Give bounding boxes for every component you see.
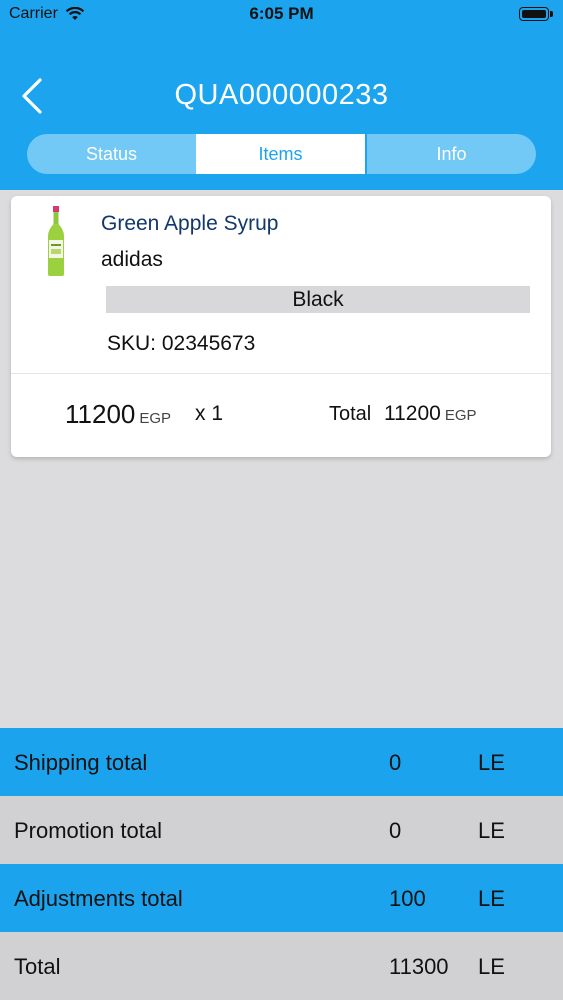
battery-icon [519,7,553,21]
adjustments-total-row: Adjustments total 100 LE [0,864,563,932]
variant-badge: Black [106,286,530,313]
item-card[interactable]: Green Apple Syrup adidas Black SKU: 0234… [11,196,551,457]
shipping-total-unit: LE [478,750,505,775]
tab-items[interactable]: Items [196,134,365,174]
product-bottle-image [48,206,64,276]
product-sku: SKU: 02345673 [107,332,256,355]
segmented-tabs: Status Items Info [27,134,536,174]
product-brand: adidas [101,248,163,271]
product-name: Green Apple Syrup [101,212,279,235]
header-bar: Carrier 6:05 PM QUA000000233 Status Item… [0,0,563,190]
status-bar: Carrier 6:05 PM [0,0,563,30]
page-title: QUA000000233 [174,79,389,111]
unit-price-currency: EGP [139,410,172,427]
adjustments-total-label: Adjustments total [14,886,183,911]
adjustments-total-value: 100 [389,886,426,911]
item-quantity: x 1 [195,402,224,425]
promotion-total-row: Promotion total 0 LE [0,796,563,864]
unit-price: 11200 EGP [65,399,171,430]
status-time: 6:05 PM [249,4,314,23]
card-divider [11,373,551,374]
unit-price-value: 11200 [65,399,136,429]
promotion-total-unit: LE [478,818,505,843]
shipping-total-value: 0 [389,750,402,775]
item-total-label: Total [329,403,372,425]
item-total-value: 11200 [384,402,441,425]
promotion-total-value: 0 [389,818,402,843]
adjustments-total-unit: LE [478,886,505,911]
item-total: 11200 EGP [384,402,477,426]
promotion-total-label: Promotion total [14,818,162,843]
grand-total-unit: LE [478,954,505,979]
grand-total-row: Total 11300 LE [0,932,563,1000]
tab-info[interactable]: Info [367,134,536,174]
grand-total-label: Total [14,954,61,979]
shipping-total-label: Shipping total [14,750,148,775]
item-total-currency: EGP [444,407,477,424]
grand-total-value: 11300 [389,954,449,979]
tab-status[interactable]: Status [27,134,196,174]
shipping-total-row: Shipping total 0 LE [0,728,563,796]
